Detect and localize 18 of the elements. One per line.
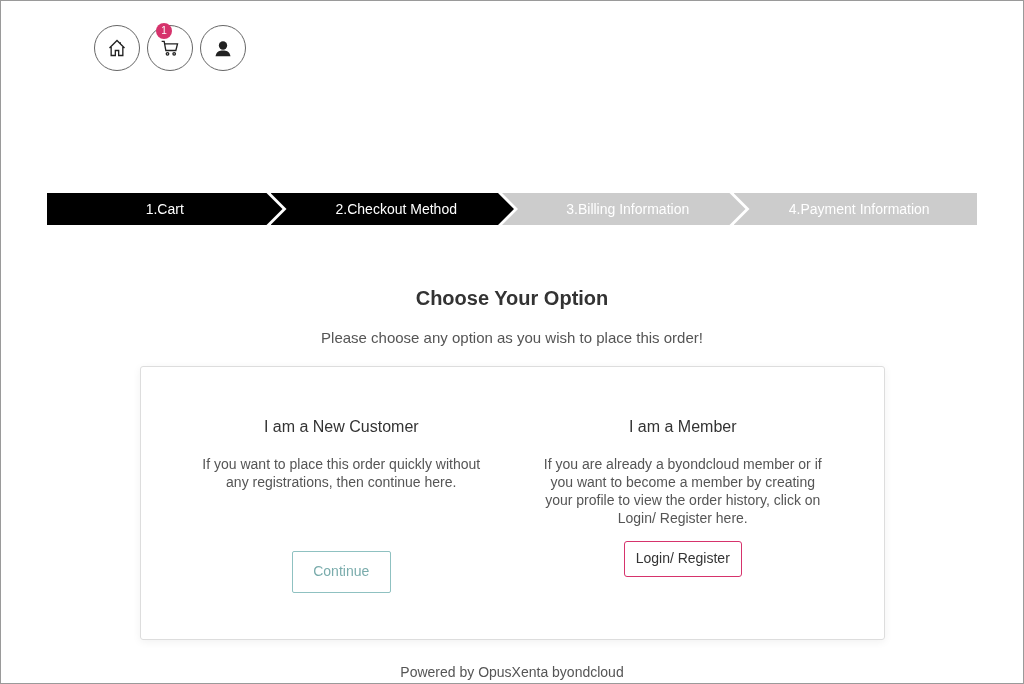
footer-text: Powered by OpusXenta byondcloud	[399, 662, 625, 682]
checkout-step: 1.Cart	[47, 193, 283, 225]
home-button[interactable]	[94, 25, 140, 71]
page-subtitle: Please choose any option as you wish to place this order!	[320, 328, 704, 348]
continue-button[interactable]: Continue	[291, 550, 391, 593]
option-title: I am a Member	[628, 416, 737, 437]
home-icon	[107, 38, 127, 58]
cart-button[interactable]: 1	[147, 25, 193, 71]
cart-count-badge: 1	[156, 23, 172, 39]
option-description: If you are already a byondcloud member or if you want to become a member by creating your profile to view the order history, click on Login/ Register here.	[542, 454, 823, 527]
user-button[interactable]	[200, 25, 246, 71]
option-title: I am a New Customer	[263, 416, 419, 437]
option-description: If you want to place this order quickly without any registrations, then continue here.	[201, 454, 482, 491]
login-register-button[interactable]: Login/ Register	[623, 540, 742, 577]
cart-icon	[160, 38, 180, 58]
user-icon	[213, 38, 233, 58]
checkout-step: 2.Checkout Method	[270, 193, 514, 225]
page-heading: Choose Your Option	[414, 286, 610, 311]
